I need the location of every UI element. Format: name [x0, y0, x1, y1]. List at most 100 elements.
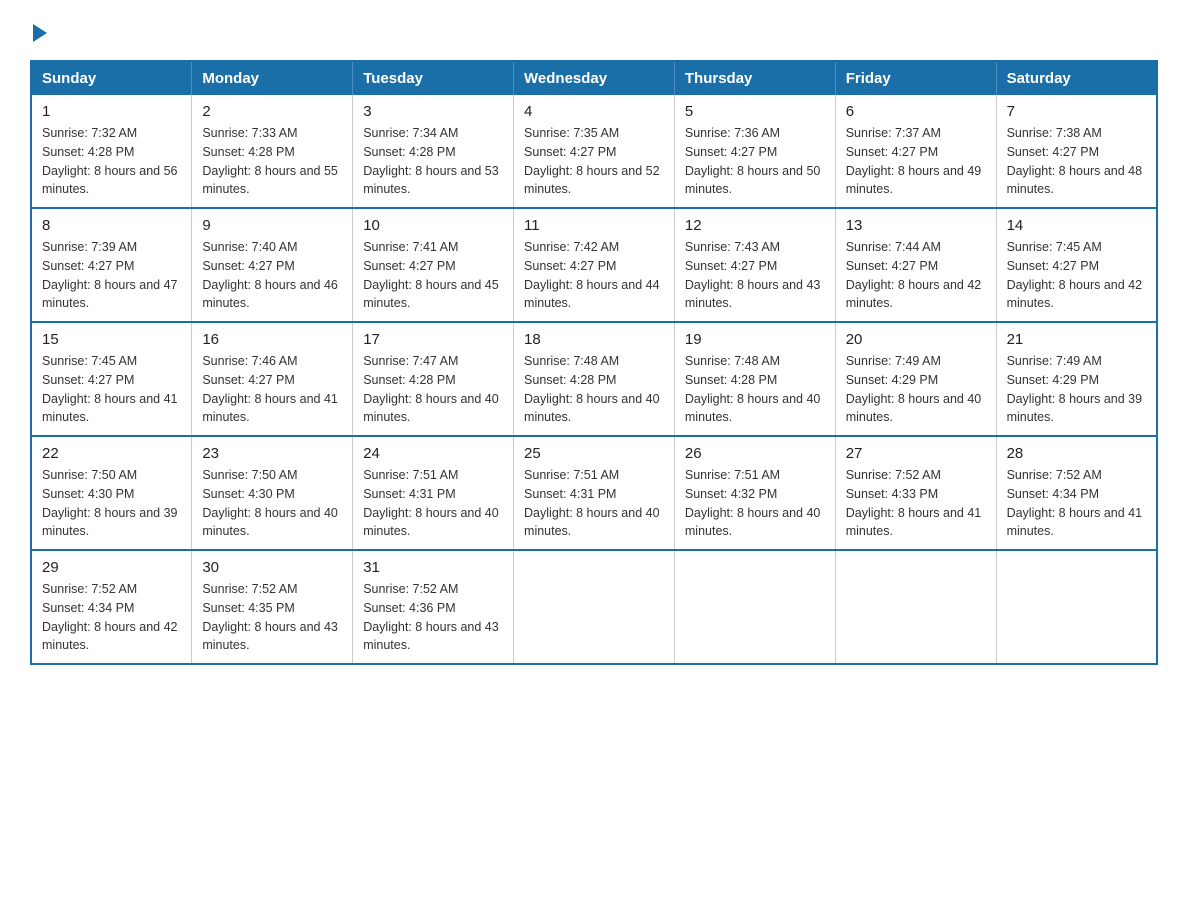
- calendar-day-header: Saturday: [996, 61, 1157, 95]
- day-info: Sunrise: 7:52 AMSunset: 4:34 PMDaylight:…: [42, 580, 181, 655]
- calendar-cell: 17 Sunrise: 7:47 AMSunset: 4:28 PMDayligh…: [353, 322, 514, 436]
- calendar-cell: 27 Sunrise: 7:52 AMSunset: 4:33 PMDayligh…: [835, 436, 996, 550]
- day-number: 2: [202, 103, 342, 120]
- calendar-cell: 24 Sunrise: 7:51 AMSunset: 4:31 PMDayligh…: [353, 436, 514, 550]
- calendar-cell: 8 Sunrise: 7:39 AMSunset: 4:27 PMDaylight…: [31, 208, 192, 322]
- day-info: Sunrise: 7:35 AMSunset: 4:27 PMDaylight:…: [524, 124, 664, 199]
- calendar-cell: 9 Sunrise: 7:40 AMSunset: 4:27 PMDaylight…: [192, 208, 353, 322]
- day-number: 26: [685, 445, 825, 462]
- calendar-cell: [835, 550, 996, 664]
- calendar-table: SundayMondayTuesdayWednesdayThursdayFrid…: [30, 60, 1158, 665]
- day-number: 13: [846, 217, 986, 234]
- calendar-cell: 26Sunrise: 7:51 AMSunset: 4:32 PMDayligh…: [674, 436, 835, 550]
- calendar-header-row: SundayMondayTuesdayWednesdayThursdayFrid…: [31, 61, 1157, 95]
- calendar-cell: 1 Sunrise: 7:32 AMSunset: 4:28 PMDaylight…: [31, 95, 192, 208]
- day-number: 10: [363, 217, 503, 234]
- day-info: Sunrise: 7:51 AMSunset: 4:31 PMDaylight:…: [363, 466, 503, 541]
- day-info: Sunrise: 7:40 AMSunset: 4:27 PMDaylight:…: [202, 238, 342, 313]
- day-info: Sunrise: 7:52 AMSunset: 4:36 PMDaylight:…: [363, 580, 503, 655]
- calendar-week-row: 8 Sunrise: 7:39 AMSunset: 4:27 PMDaylight…: [31, 208, 1157, 322]
- page-header: [30, 20, 1158, 42]
- day-number: 20: [846, 331, 986, 348]
- day-info: Sunrise: 7:49 AMSunset: 4:29 PMDaylight:…: [846, 352, 986, 427]
- day-info: Sunrise: 7:46 AMSunset: 4:27 PMDaylight:…: [202, 352, 342, 427]
- day-number: 6: [846, 103, 986, 120]
- day-number: 9: [202, 217, 342, 234]
- calendar-cell: 16 Sunrise: 7:46 AMSunset: 4:27 PMDayligh…: [192, 322, 353, 436]
- day-info: Sunrise: 7:42 AMSunset: 4:27 PMDaylight:…: [524, 238, 664, 313]
- day-info: Sunrise: 7:47 AMSunset: 4:28 PMDaylight:…: [363, 352, 503, 427]
- calendar-week-row: 1 Sunrise: 7:32 AMSunset: 4:28 PMDaylight…: [31, 95, 1157, 208]
- logo: [30, 20, 47, 42]
- day-info: Sunrise: 7:48 AMSunset: 4:28 PMDaylight:…: [524, 352, 664, 427]
- calendar-cell: 7 Sunrise: 7:38 AMSunset: 4:27 PMDaylight…: [996, 95, 1157, 208]
- day-number: 22: [42, 445, 181, 462]
- calendar-cell: 11 Sunrise: 7:42 AMSunset: 4:27 PMDayligh…: [514, 208, 675, 322]
- day-info: Sunrise: 7:50 AMSunset: 4:30 PMDaylight:…: [202, 466, 342, 541]
- calendar-cell: [996, 550, 1157, 664]
- day-info: Sunrise: 7:39 AMSunset: 4:27 PMDaylight:…: [42, 238, 181, 313]
- calendar-cell: 13 Sunrise: 7:44 AMSunset: 4:27 PMDayligh…: [835, 208, 996, 322]
- calendar-cell: 3Sunrise: 7:34 AMSunset: 4:28 PMDaylight…: [353, 95, 514, 208]
- day-number: 4: [524, 103, 664, 120]
- calendar-cell: 15 Sunrise: 7:45 AMSunset: 4:27 PMDayligh…: [31, 322, 192, 436]
- calendar-week-row: 15 Sunrise: 7:45 AMSunset: 4:27 PMDayligh…: [31, 322, 1157, 436]
- day-info: Sunrise: 7:38 AMSunset: 4:27 PMDaylight:…: [1007, 124, 1146, 199]
- day-info: Sunrise: 7:45 AMSunset: 4:27 PMDaylight:…: [42, 352, 181, 427]
- day-number: 5: [685, 103, 825, 120]
- day-number: 25: [524, 445, 664, 462]
- calendar-cell: [674, 550, 835, 664]
- day-info: Sunrise: 7:43 AMSunset: 4:27 PMDaylight:…: [685, 238, 825, 313]
- day-number: 12: [685, 217, 825, 234]
- calendar-day-header: Sunday: [31, 61, 192, 95]
- day-info: Sunrise: 7:37 AMSunset: 4:27 PMDaylight:…: [846, 124, 986, 199]
- calendar-day-header: Friday: [835, 61, 996, 95]
- calendar-cell: 18 Sunrise: 7:48 AMSunset: 4:28 PMDayligh…: [514, 322, 675, 436]
- calendar-day-header: Wednesday: [514, 61, 675, 95]
- calendar-cell: 2Sunrise: 7:33 AMSunset: 4:28 PMDaylight…: [192, 95, 353, 208]
- calendar-week-row: 22 Sunrise: 7:50 AMSunset: 4:30 PMDayligh…: [31, 436, 1157, 550]
- calendar-cell: 29 Sunrise: 7:52 AMSunset: 4:34 PMDayligh…: [31, 550, 192, 664]
- calendar-cell: 25 Sunrise: 7:51 AMSunset: 4:31 PMDayligh…: [514, 436, 675, 550]
- day-info: Sunrise: 7:49 AMSunset: 4:29 PMDaylight:…: [1007, 352, 1146, 427]
- calendar-cell: 20 Sunrise: 7:49 AMSunset: 4:29 PMDayligh…: [835, 322, 996, 436]
- calendar-day-header: Thursday: [674, 61, 835, 95]
- logo-triangle-icon: [33, 24, 47, 42]
- day-number: 8: [42, 217, 181, 234]
- day-info: Sunrise: 7:52 AMSunset: 4:35 PMDaylight:…: [202, 580, 342, 655]
- day-number: 24: [363, 445, 503, 462]
- day-info: Sunrise: 7:41 AMSunset: 4:27 PMDaylight:…: [363, 238, 503, 313]
- calendar-cell: 6 Sunrise: 7:37 AMSunset: 4:27 PMDaylight…: [835, 95, 996, 208]
- day-info: Sunrise: 7:34 AMSunset: 4:28 PMDaylight:…: [363, 124, 503, 199]
- calendar-cell: 22 Sunrise: 7:50 AMSunset: 4:30 PMDayligh…: [31, 436, 192, 550]
- day-number: 16: [202, 331, 342, 348]
- day-info: Sunrise: 7:48 AMSunset: 4:28 PMDaylight:…: [685, 352, 825, 427]
- day-number: 17: [363, 331, 503, 348]
- day-number: 21: [1007, 331, 1146, 348]
- calendar-cell: 4 Sunrise: 7:35 AMSunset: 4:27 PMDaylight…: [514, 95, 675, 208]
- day-number: 15: [42, 331, 181, 348]
- calendar-cell: [514, 550, 675, 664]
- day-number: 14: [1007, 217, 1146, 234]
- calendar-day-header: Monday: [192, 61, 353, 95]
- day-number: 1: [42, 103, 181, 120]
- day-number: 7: [1007, 103, 1146, 120]
- day-number: 11: [524, 217, 664, 234]
- calendar-cell: 12 Sunrise: 7:43 AMSunset: 4:27 PMDayligh…: [674, 208, 835, 322]
- calendar-cell: 10 Sunrise: 7:41 AMSunset: 4:27 PMDayligh…: [353, 208, 514, 322]
- calendar-cell: 30 Sunrise: 7:52 AMSunset: 4:35 PMDayligh…: [192, 550, 353, 664]
- day-info: Sunrise: 7:51 AMSunset: 4:31 PMDaylight:…: [524, 466, 664, 541]
- day-number: 30: [202, 559, 342, 576]
- day-number: 27: [846, 445, 986, 462]
- day-info: Sunrise: 7:52 AMSunset: 4:34 PMDaylight:…: [1007, 466, 1146, 541]
- day-number: 18: [524, 331, 664, 348]
- day-info: Sunrise: 7:45 AMSunset: 4:27 PMDaylight:…: [1007, 238, 1146, 313]
- day-info: Sunrise: 7:52 AMSunset: 4:33 PMDaylight:…: [846, 466, 986, 541]
- day-number: 23: [202, 445, 342, 462]
- calendar-cell: 14 Sunrise: 7:45 AMSunset: 4:27 PMDayligh…: [996, 208, 1157, 322]
- day-number: 29: [42, 559, 181, 576]
- day-info: Sunrise: 7:32 AMSunset: 4:28 PMDaylight:…: [42, 124, 181, 199]
- day-info: Sunrise: 7:44 AMSunset: 4:27 PMDaylight:…: [846, 238, 986, 313]
- day-info: Sunrise: 7:50 AMSunset: 4:30 PMDaylight:…: [42, 466, 181, 541]
- day-number: 31: [363, 559, 503, 576]
